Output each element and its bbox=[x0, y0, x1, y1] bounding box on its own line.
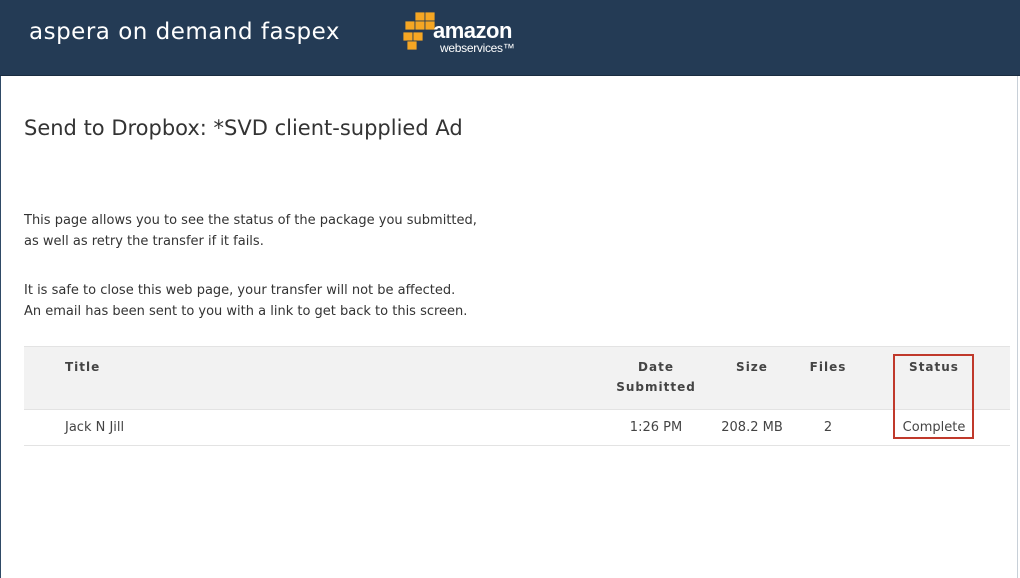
status-description: This page allows you to see the status o… bbox=[24, 210, 477, 252]
app-header: aspera on demand faspex amazon webservic… bbox=[0, 0, 1020, 76]
column-header-date-line-2: Submitted bbox=[616, 380, 696, 394]
aws-cubes-icon bbox=[403, 12, 436, 51]
aws-logo-word: amazon bbox=[433, 18, 512, 43]
column-header-title[interactable]: Title bbox=[65, 357, 100, 377]
aws-logo-subtitle: webservices™ bbox=[440, 41, 515, 55]
package-title-cell[interactable]: Jack N Jill bbox=[65, 419, 124, 437]
status-description-line-2: as well as retry the transfer if it fail… bbox=[24, 234, 264, 249]
column-header-files[interactable]: Files bbox=[798, 357, 858, 377]
table-row[interactable]: Jack N Jill 1:26 PM 208.2 MB 2 Complete bbox=[24, 410, 1010, 446]
status-cell: Complete bbox=[902, 420, 966, 435]
brand-title[interactable]: aspera on demand faspex bbox=[29, 19, 340, 45]
files-count-cell: 2 bbox=[823, 420, 833, 435]
column-header-date-line-1: Date bbox=[638, 360, 674, 374]
column-header-status[interactable]: Status bbox=[896, 357, 972, 377]
amazon-web-services-logo: amazon webservices™ bbox=[403, 8, 543, 64]
date-submitted-cell: 1:26 PM bbox=[629, 420, 683, 435]
package-table: Title Date Submitted Size Files Status J… bbox=[24, 346, 1010, 446]
column-header-date-submitted[interactable]: Date Submitted bbox=[611, 357, 701, 397]
safety-note-line-1: It is safe to close this web page, your … bbox=[24, 283, 456, 298]
safety-note-line-2: An email has been sent to you with a lin… bbox=[24, 304, 468, 319]
size-cell: 208.2 MB bbox=[721, 420, 783, 435]
table-header: Title Date Submitted Size Files Status bbox=[24, 346, 1010, 410]
safety-note: It is safe to close this web page, your … bbox=[24, 280, 467, 322]
page-title: Send to Dropbox: *SVD client-supplied Ad bbox=[24, 116, 463, 140]
column-header-size[interactable]: Size bbox=[716, 357, 788, 377]
status-description-line-1: This page allows you to see the status o… bbox=[24, 213, 477, 228]
